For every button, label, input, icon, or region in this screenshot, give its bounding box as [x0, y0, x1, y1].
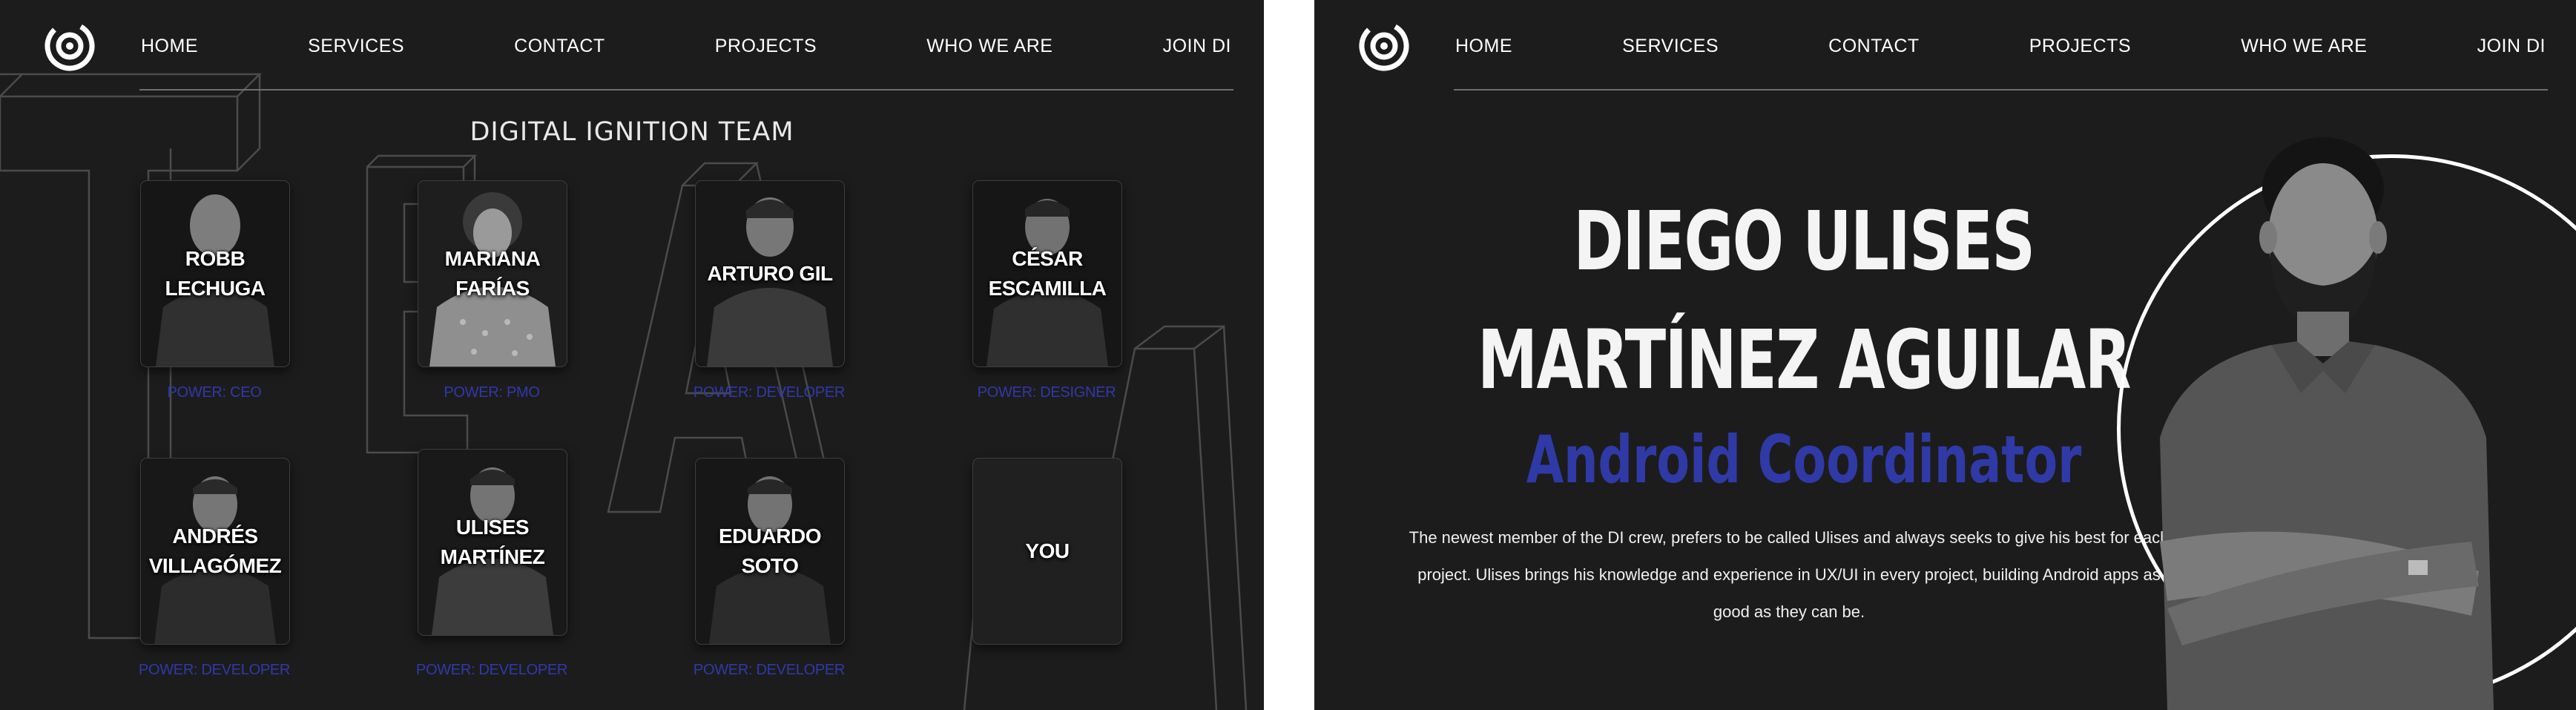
nav-divider [1454, 89, 2548, 91]
member-power: POWER: CEO [167, 384, 262, 401]
member-name: ARTURO GIL [707, 262, 833, 285]
nav-services[interactable]: SERVICES [1622, 33, 1719, 59]
nav-projects[interactable]: PROJECTS [715, 33, 817, 59]
nav-projects[interactable]: PROJECTS [2029, 33, 2131, 59]
digital-ignition-logo-icon [45, 21, 95, 71]
member-name: ULISES MARTÍNEZ [440, 516, 545, 568]
nav-home[interactable]: HOME [141, 33, 198, 59]
page-title: DIGITAL IGNITION TEAM [470, 117, 794, 147]
member-detail-panel: HOME SERVICES CONTACT PROJECTS WHO WE AR… [1314, 0, 2576, 710]
team-member-card[interactable]: ARTURO GIL [695, 180, 845, 367]
nav-home[interactable]: HOME [1455, 33, 1512, 59]
member-power: POWER: DEVELOPER [693, 384, 846, 401]
nav-divider [139, 89, 1233, 91]
main-nav: HOME SERVICES CONTACT PROJECTS WHO WE AR… [141, 33, 1231, 59]
team-member-card[interactable]: EDUARDO SOTO [695, 458, 845, 645]
member-role: Android Coordinator [1526, 421, 2082, 498]
nav-join-di[interactable]: JOIN DI [1163, 33, 1231, 59]
logo[interactable] [43, 19, 96, 73]
member-name: CÉSAR ESCAMILLA [988, 247, 1107, 300]
member-name: YOU [1025, 539, 1070, 562]
member-name: ROBB LECHUGA [165, 247, 266, 300]
member-power: POWER: DEVELOPER [138, 662, 291, 678]
join-card-you[interactable]: YOU [972, 458, 1122, 645]
nav-who-we-are[interactable]: WHO WE ARE [926, 33, 1053, 59]
member-full-name: DIEGO ULISES MARTÍNEZ AGUILAR [1478, 194, 2131, 407]
member-power: POWER: DEVELOPER [415, 662, 568, 678]
team-member-card[interactable]: MARIANA FARÍAS [418, 180, 567, 367]
nav-join-di[interactable]: JOIN DI [2477, 33, 2546, 59]
member-power: POWER: PMO [444, 384, 540, 401]
member-portrait [2160, 137, 2494, 710]
team-member-card[interactable]: ROBB LECHUGA [140, 180, 290, 367]
member-name: MARIANA FARÍAS [444, 247, 541, 300]
main-nav: HOME SERVICES CONTACT PROJECTS WHO WE AR… [1455, 33, 2546, 59]
member-power: POWER: DEVELOPER [693, 662, 846, 678]
logo[interactable] [1357, 19, 1411, 73]
nav-services[interactable]: SERVICES [308, 33, 404, 59]
member-description: The newest member of the DI crew, prefer… [1409, 528, 2170, 621]
nav-contact[interactable]: CONTACT [1828, 33, 1919, 59]
team-member-card[interactable]: CÉSAR ESCAMILLA [972, 180, 1122, 367]
member-power: POWER: DESIGNER [977, 384, 1116, 401]
nav-contact[interactable]: CONTACT [514, 33, 605, 59]
digital-ignition-logo-icon [1359, 21, 1409, 71]
team-member-card[interactable]: ANDRÉS VILLAGÓMEZ [140, 458, 290, 645]
member-name: EDUARDO SOTO [718, 525, 822, 577]
nav-who-we-are[interactable]: WHO WE ARE [2241, 33, 2367, 59]
team-member-card[interactable]: ULISES MARTÍNEZ [418, 449, 567, 636]
team-page-panel: HOME SERVICES CONTACT PROJECTS WHO WE AR… [0, 0, 1264, 710]
member-name: ANDRÉS VILLAGÓMEZ [148, 525, 282, 577]
